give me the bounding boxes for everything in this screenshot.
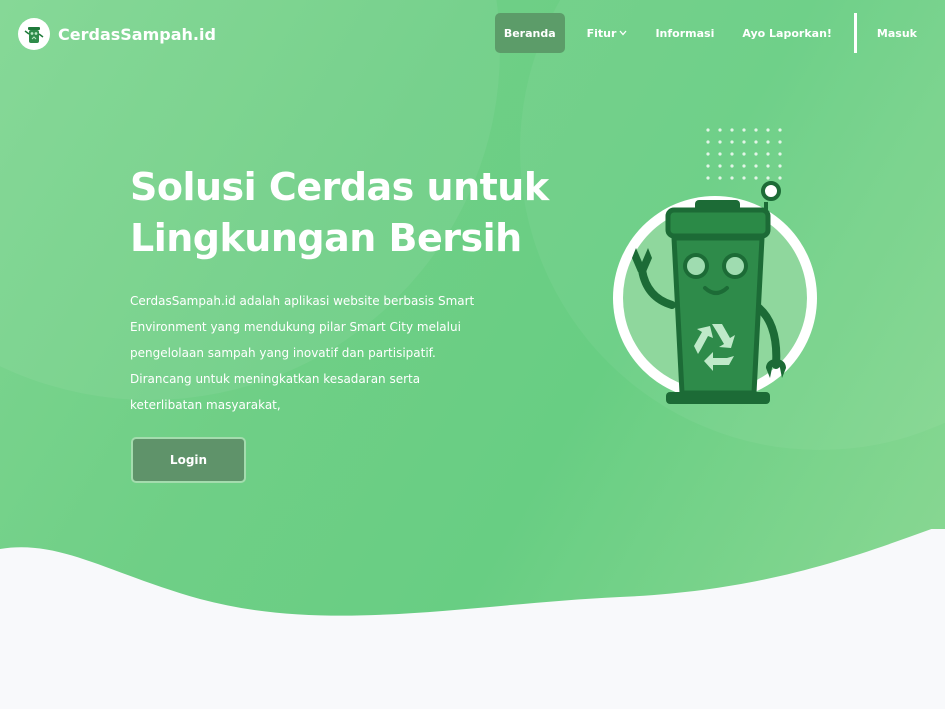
nav-masuk[interactable]: Masuk	[863, 13, 931, 53]
hero-title-line1: Solusi Cerdas untuk	[130, 165, 549, 209]
recycle-robot-bin-icon	[613, 128, 817, 404]
nav-informasi[interactable]: Informasi	[641, 13, 728, 53]
nav-fitur-label: Fitur	[586, 26, 617, 40]
hero-title-line2: Lingkungan Bersih	[130, 216, 522, 260]
nav-divider	[853, 13, 857, 53]
nav-ayo-laporkan-label: Ayo Laporkan!	[742, 26, 832, 40]
robot-trash-bin-icon	[18, 18, 50, 50]
nav-fitur[interactable]: Fitur	[573, 13, 642, 53]
hero-title: Solusi Cerdas untuk Lingkungan Bersih	[130, 162, 550, 264]
nav-beranda-label: Beranda	[503, 26, 556, 40]
chevron-down-icon	[619, 30, 627, 36]
login-button[interactable]: Login	[131, 437, 246, 483]
main-nav: Beranda Fitur Informasi Ayo Laporkan! Ma…	[494, 13, 931, 53]
brand-link[interactable]: CerdasSampah.id	[18, 14, 216, 54]
nav-masuk-label: Masuk	[876, 26, 917, 40]
nav-beranda[interactable]: Beranda	[494, 13, 565, 53]
hero-description: CerdasSampah.id adalah aplikasi website …	[130, 294, 475, 412]
nav-informasi-label: Informasi	[655, 26, 715, 40]
wave-divider	[0, 529, 945, 709]
nav-ayo-laporkan[interactable]: Ayo Laporkan!	[728, 13, 846, 53]
brand-name: CerdasSampah.id	[58, 24, 216, 44]
top-navbar: CerdasSampah.id Beranda Fitur Informasi …	[0, 0, 945, 66]
